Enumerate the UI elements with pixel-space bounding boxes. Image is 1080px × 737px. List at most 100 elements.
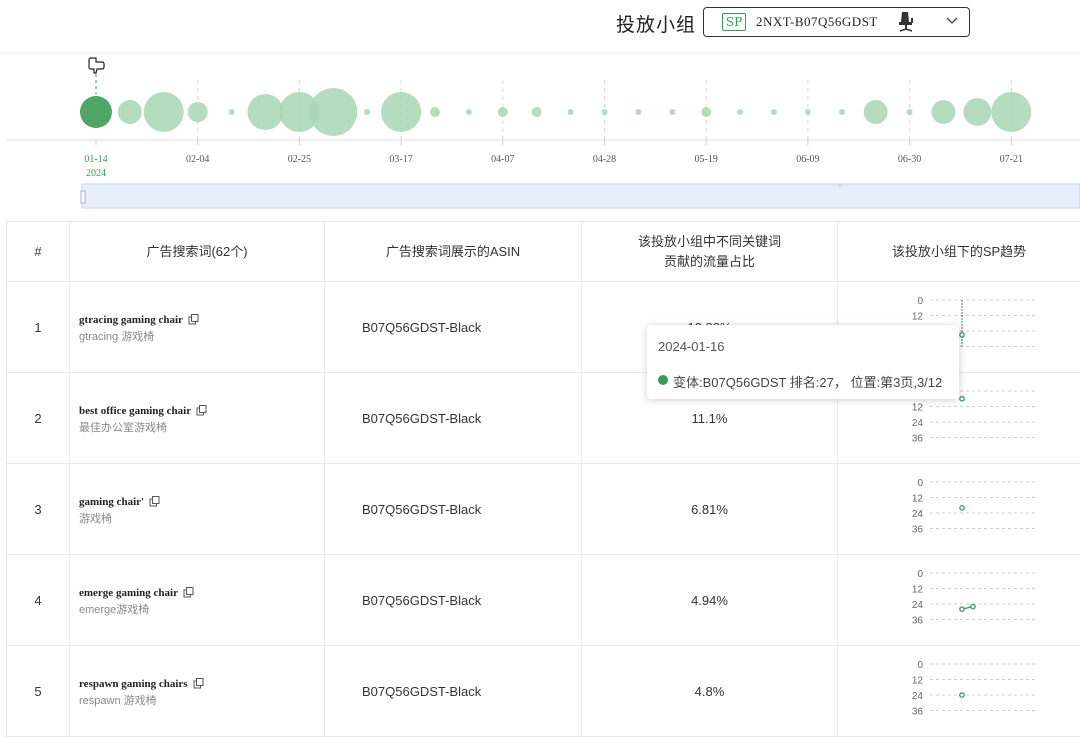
asin-cell: B07Q56GDST-Black <box>325 282 582 373</box>
trend-point[interactable] <box>960 333 964 337</box>
keyword-translation: respawn 游戏椅 <box>79 692 323 708</box>
search-term-table: # 广告搜索词(62个) 广告搜索词展示的ASIN 该投放小组中不同关键词 贡献… <box>6 221 1080 737</box>
timeline-bubble[interactable] <box>144 92 184 132</box>
timeline-year-label: 2024 <box>86 168 106 179</box>
copy-icon[interactable] <box>183 587 194 598</box>
sp-trend-cell[interactable]: 0122436 <box>838 646 1080 737</box>
asin-cell: B07Q56GDST-Black <box>325 555 582 646</box>
ad-group-select[interactable]: SP 2NXT-B07Q56GDST <box>703 7 970 37</box>
timeline-bubble[interactable] <box>381 92 421 132</box>
timeline-bubble[interactable] <box>771 109 777 115</box>
col-header-sp-trend: 该投放小组下的SP趋势 <box>838 222 1080 282</box>
keyword-translation: gtracing 游戏椅 <box>79 328 323 344</box>
col-header-keyword: 广告搜索词(62个) <box>70 222 325 282</box>
traffic-bubble-timeline[interactable]: 01-1402-0402-2503-1704-0704-2805-1906-09… <box>0 52 1080 222</box>
table-header-row: # 广告搜索词(62个) 广告搜索词展示的ASIN 该投放小组中不同关键词 贡献… <box>7 222 1080 282</box>
timeline-bubble[interactable] <box>907 109 913 115</box>
timeline-bubble[interactable] <box>466 109 472 115</box>
trend-axis-label: 0 <box>917 569 923 580</box>
keyword-cell: gaming chair' 游戏椅 <box>70 464 325 555</box>
timeline-bubble[interactable] <box>364 109 370 115</box>
group-label: 投放小组 <box>616 10 696 37</box>
timeline-bubble[interactable] <box>737 109 743 115</box>
timeline-bubble[interactable] <box>701 107 711 117</box>
sp-trend-cell[interactable]: 0122436 <box>838 555 1080 646</box>
copy-icon[interactable] <box>149 496 160 507</box>
timeline-bubble[interactable] <box>229 109 235 115</box>
table-row[interactable]: 3 gaming chair' 游戏椅 B07Q56GDST-Black 6.8… <box>7 464 1080 555</box>
timeline-bubble[interactable] <box>991 92 1031 132</box>
timeline-bubble[interactable] <box>188 102 208 122</box>
table-row[interactable]: 5 respawn gaming chairs respawn 游戏椅 B07Q… <box>7 646 1080 737</box>
timeline-bubble[interactable] <box>532 107 542 117</box>
timeline-bubble[interactable] <box>839 109 845 115</box>
timeline-bubble[interactable] <box>80 96 112 128</box>
col-header-index: # <box>7 222 70 282</box>
sp-trend-chart: 0122436 <box>838 555 1080 642</box>
timeline-bubble[interactable] <box>309 88 357 136</box>
table-row[interactable]: 4 emerge gaming chair emerge游戏椅 B07Q56GD… <box>7 555 1080 646</box>
copy-icon[interactable] <box>196 405 207 416</box>
timeline-bubble[interactable] <box>963 98 991 126</box>
col-header-traffic-share-line2: 贡献的流量占比 <box>583 252 836 272</box>
traffic-share-cell: 4.8% <box>582 646 838 737</box>
trend-axis-label: 12 <box>912 676 924 687</box>
col-header-traffic-share-line1: 该投放小组中不同关键词 <box>583 232 836 252</box>
timeline-bubble[interactable] <box>864 100 888 124</box>
trend-point[interactable] <box>960 397 964 401</box>
trend-axis-label: 36 <box>912 616 924 627</box>
copy-icon[interactable] <box>188 314 199 325</box>
trend-axis-label: 36 <box>912 434 924 445</box>
sp-trend-cell[interactable]: 0122436 <box>838 464 1080 555</box>
trend-axis-label: 12 <box>912 585 924 596</box>
col-header-traffic-share: 该投放小组中不同关键词 贡献的流量占比 <box>582 222 838 282</box>
tooltip-date: 2024-01-16 <box>658 339 725 354</box>
trend-point[interactable] <box>960 693 964 697</box>
timeline-bubble[interactable] <box>498 107 508 117</box>
keyword-text: gaming chair' <box>79 496 144 508</box>
timeline-tick-label: 01-14 <box>84 154 107 165</box>
trend-point[interactable] <box>971 604 975 608</box>
keyword-cell: emerge gaming chair emerge游戏椅 <box>70 555 325 646</box>
sp-trend-chart: 0122436 <box>838 464 1080 551</box>
timeline-bubble[interactable] <box>602 109 608 115</box>
timeline-bubble[interactable] <box>430 107 440 117</box>
ad-group-name: 2NXT-B07Q56GDST <box>756 14 878 30</box>
trend-axis-label: 24 <box>912 691 924 702</box>
keyword-cell: best office gaming chair 最佳办公室游戏椅 <box>70 373 325 464</box>
timeline-bubble[interactable] <box>635 109 641 115</box>
row-index: 1 <box>7 282 70 373</box>
gaming-chair-icon <box>897 11 915 33</box>
sp-trend-chart: 0122436 <box>838 646 1080 733</box>
timeline-bubble[interactable] <box>118 100 142 124</box>
range-slider-marker <box>838 184 842 187</box>
trend-axis-label: 12 <box>912 494 924 505</box>
tooltip-series-dot <box>658 375 668 385</box>
keyword-translation: 游戏椅 <box>79 510 323 526</box>
keyword-cell: gtracing gaming chair gtracing 游戏椅 <box>70 282 325 373</box>
timeline-bubble[interactable] <box>669 109 675 115</box>
pointer-hand-icon <box>89 58 104 73</box>
timeline-tick-label: 04-07 <box>491 154 514 165</box>
timeline-bubble[interactable] <box>932 100 956 124</box>
row-index: 5 <box>7 646 70 737</box>
trend-axis-label: 24 <box>912 418 924 429</box>
range-handle-left[interactable] <box>81 191 85 203</box>
date-range-slider[interactable] <box>82 184 1080 208</box>
timeline-bubble[interactable] <box>568 109 574 115</box>
trend-axis-label: 12 <box>912 312 924 323</box>
trend-point[interactable] <box>960 607 964 611</box>
timeline-tick-label: 02-04 <box>186 154 209 165</box>
search-term-table-container: # 广告搜索词(62个) 广告搜索词展示的ASIN 该投放小组中不同关键词 贡献… <box>6 221 1080 737</box>
trend-point[interactable] <box>960 506 964 510</box>
trend-axis-label: 24 <box>912 509 924 520</box>
timeline-bubble[interactable] <box>805 109 811 115</box>
trend-axis-label: 12 <box>912 403 924 414</box>
timeline-bubble[interactable] <box>248 94 284 130</box>
timeline-tick-label: 06-09 <box>796 154 819 165</box>
keyword-text: emerge gaming chair <box>79 587 178 599</box>
asin-cell: B07Q56GDST-Black <box>325 373 582 464</box>
chevron-down-icon <box>946 16 958 26</box>
copy-icon[interactable] <box>193 678 204 689</box>
row-index: 3 <box>7 464 70 555</box>
